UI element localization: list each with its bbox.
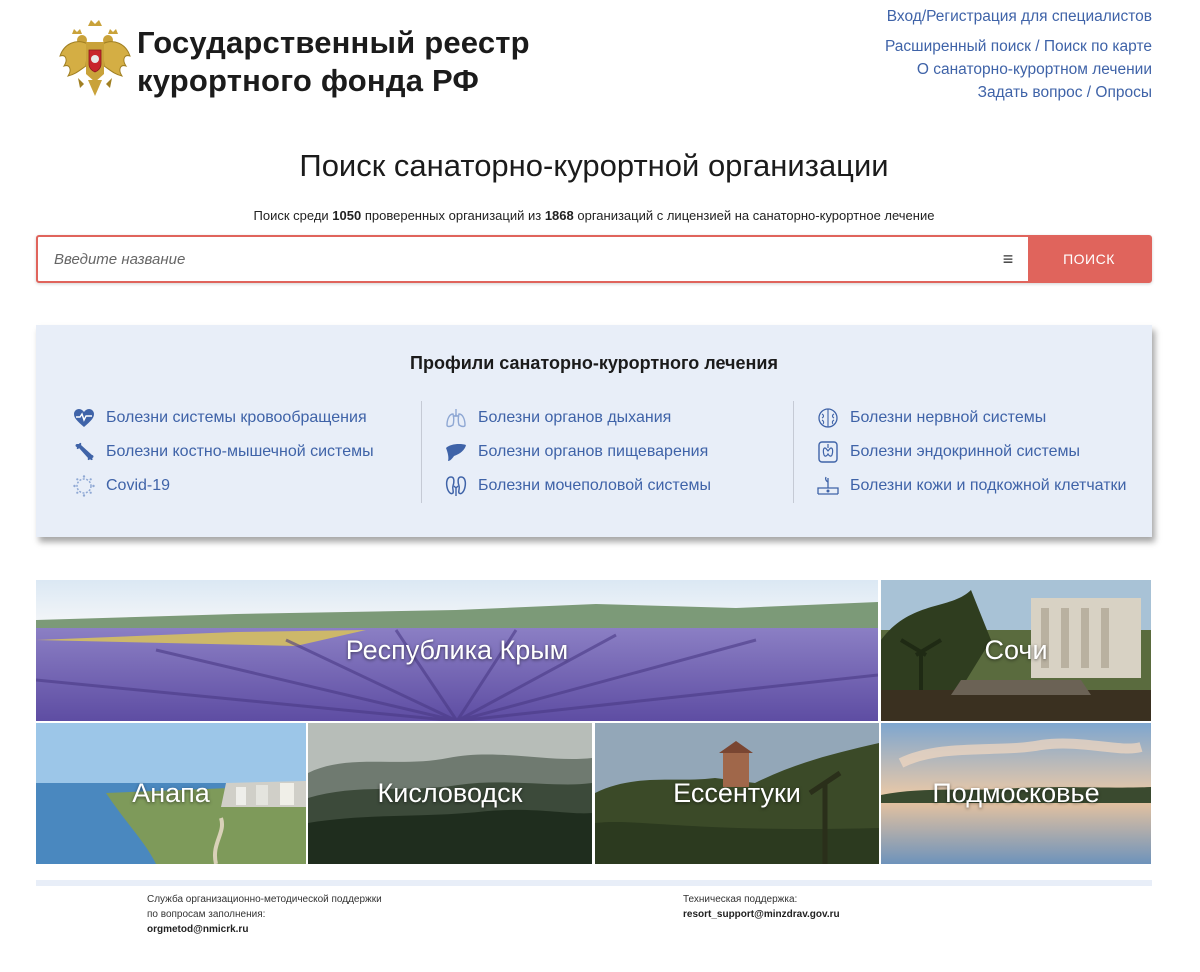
ask-question-link[interactable]: Задать вопрос / Опросы: [885, 81, 1152, 104]
region-label: Кисловодск: [377, 778, 523, 808]
profile-musculoskeletal[interactable]: Болезни костно-мышечной системы: [72, 435, 374, 469]
profile-label: Covid-19: [106, 477, 171, 494]
profile-label: Болезни костно-мышечной системы: [106, 443, 374, 460]
profiles-column-1: Болезни системы кровообращения Болезни к…: [72, 401, 374, 503]
lungs-icon: [446, 409, 466, 428]
tech-support-line1: Техническая поддержка:: [683, 894, 798, 905]
profile-label: Болезни органов пищеварения: [478, 443, 709, 460]
profile-skin[interactable]: Болезни кожи и подкожной клетчатки: [816, 469, 1126, 503]
footer-org-support: Служба организационно-методической подде…: [147, 892, 382, 937]
top-links: Вход/Регистрация для специалистов Расшир…: [885, 5, 1152, 104]
profiles-column-3: Болезни нервной системы Болезни эндокрин…: [816, 401, 1126, 503]
kidneys-icon: [445, 476, 467, 496]
virus-icon: [73, 475, 95, 497]
profiles-panel: Профили санаторно-курортного лечения Бол…: [36, 325, 1152, 537]
header: Государственный реестр курортного фонда …: [0, 0, 1200, 120]
coat-of-arms-icon[interactable]: [58, 20, 132, 98]
profile-covid[interactable]: Covid-19: [72, 469, 374, 503]
search-input[interactable]: [38, 237, 988, 281]
login-link[interactable]: Вход/Регистрация для специалистов: [885, 5, 1152, 28]
region-label: Анапа: [132, 778, 210, 808]
liver-icon: [446, 444, 466, 461]
skin-icon: [817, 476, 839, 495]
thyroid-icon: [818, 441, 838, 463]
profile-label: Болезни нервной системы: [850, 409, 1047, 426]
region-tile-sochi[interactable]: Сочи: [881, 580, 1151, 721]
column-divider: [793, 401, 794, 503]
region-tile-podmoskovye[interactable]: Подмосковье: [881, 723, 1151, 864]
region-tile-kislovodsk[interactable]: Кисловодск: [308, 723, 592, 864]
search-bar: ≡ ПОИСК: [36, 235, 1152, 283]
site-title-line1: Государственный реестр: [137, 25, 530, 60]
brain-icon: [818, 408, 838, 428]
profile-genitourinary[interactable]: Болезни мочеполовой системы: [444, 469, 711, 503]
total-count: 1868: [544, 208, 574, 223]
region-label: Ессентуки: [673, 778, 801, 808]
bone-icon: [75, 442, 94, 461]
tech-support-email[interactable]: resort_support@minzdrav.gov.ru: [683, 909, 840, 920]
site-title[interactable]: Государственный реестр курортного фонда …: [137, 24, 530, 100]
profile-digestive[interactable]: Болезни органов пищеварения: [444, 435, 711, 469]
region-tile-essentuki[interactable]: Ессентуки: [595, 723, 879, 864]
search-title: Поиск санаторно-курортной организации: [299, 148, 889, 183]
sub-suffix: организаций с лицензией на санаторно-кур…: [577, 208, 935, 223]
search-button[interactable]: ПОИСК: [1028, 237, 1150, 281]
sub-middle: проверенных организаций из: [364, 208, 542, 223]
profile-label: Болезни органов дыхания: [478, 409, 672, 426]
profiles-column-2: Болезни органов дыхания Болезни органов …: [444, 401, 711, 503]
verified-count: 1050: [332, 208, 362, 223]
org-support-line2: по вопросам заполнения:: [147, 909, 266, 920]
search-subtitle: Поиск среди 1050 проверенных организаций…: [0, 208, 1188, 223]
profile-label: Болезни эндокринной системы: [850, 443, 1080, 460]
profile-respiratory[interactable]: Болезни органов дыхания: [444, 401, 711, 435]
org-support-email[interactable]: orgmetod@nmicrk.ru: [147, 924, 248, 935]
profile-nervous[interactable]: Болезни нервной системы: [816, 401, 1126, 435]
region-label: Подмосковье: [932, 778, 1100, 808]
org-support-line1: Служба организационно-методической подде…: [147, 894, 382, 905]
about-treatment-link[interactable]: О санаторно-курортном лечении: [885, 58, 1152, 81]
region-tile-crimea[interactable]: Республика Крым: [36, 580, 878, 721]
region-label: Сочи: [984, 635, 1048, 665]
profile-endocrine[interactable]: Болезни эндокринной системы: [816, 435, 1126, 469]
profile-circulatory[interactable]: Болезни системы кровообращения: [72, 401, 374, 435]
advanced-search-link[interactable]: Расширенный поиск / Поиск по карте: [885, 35, 1152, 58]
footer-tech-support: Техническая поддержка: resort_support@mi…: [683, 892, 840, 922]
region-tile-anapa[interactable]: Анапа: [36, 723, 306, 864]
footer-divider: [36, 880, 1152, 886]
site-title-line2: курортного фонда РФ: [137, 63, 480, 98]
menu-icon[interactable]: ≡: [988, 237, 1028, 281]
profile-label: Болезни системы кровообращения: [106, 409, 367, 426]
profile-label: Болезни мочеполовой системы: [478, 477, 711, 494]
profile-label: Болезни кожи и подкожной клетчатки: [850, 477, 1127, 494]
profiles-title: Профили санаторно-курортного лечения: [410, 353, 778, 373]
sub-prefix: Поиск среди: [253, 208, 329, 223]
heart-icon: [74, 409, 94, 427]
column-divider: [421, 401, 422, 503]
region-label: Республика Крым: [345, 635, 569, 665]
